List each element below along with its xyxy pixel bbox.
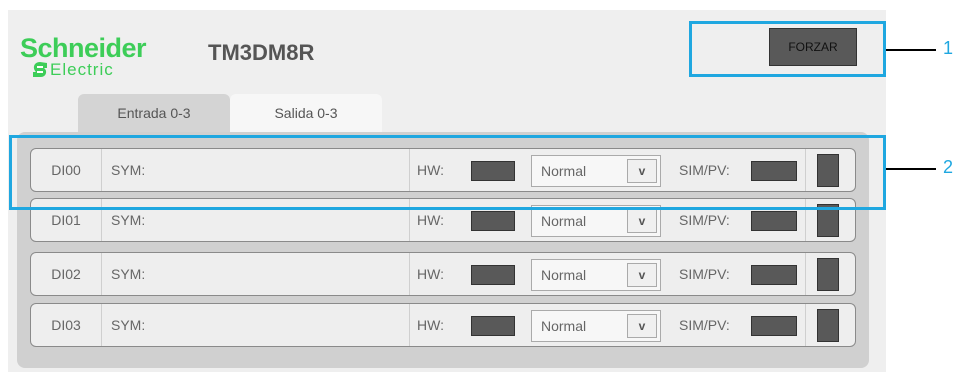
io-row: DI03 SYM: HW: Normal v SIM/PV: — [30, 303, 856, 347]
schneider-logo: Schneider Electric — [20, 34, 180, 84]
divider — [409, 253, 410, 295]
hw-label: HW: — [417, 317, 444, 333]
io-row: DI02 SYM: HW: Normal v SIM/PV: — [30, 252, 856, 296]
mode-select[interactable]: Normal v — [531, 259, 661, 291]
force-toggle[interactable] — [817, 309, 839, 342]
hw-indicator — [471, 316, 515, 336]
mode-value: Normal — [541, 267, 587, 283]
callout-line-1 — [886, 49, 936, 51]
hw-label: HW: — [417, 266, 444, 282]
divider — [805, 304, 806, 346]
callout-box-1 — [689, 21, 886, 77]
force-toggle[interactable] — [817, 258, 839, 291]
callout-number-2: 2 — [943, 157, 954, 177]
sim-label: SIM/PV: — [679, 266, 730, 282]
sim-label: SIM/PV: — [679, 317, 730, 333]
tab-entrada[interactable]: Entrada 0-3 — [78, 94, 230, 132]
divider — [409, 304, 410, 346]
mode-select[interactable]: Normal v — [531, 310, 661, 342]
sim-indicator — [751, 316, 797, 336]
divider — [805, 253, 806, 295]
io-id: DI03 — [31, 304, 102, 346]
hw-indicator — [471, 211, 515, 231]
io-id: DI02 — [31, 253, 102, 295]
sym-label: SYM: — [111, 317, 146, 333]
hw-indicator — [471, 265, 515, 285]
chevron-down-icon[interactable]: v — [627, 314, 657, 338]
callout-number-1: 1 — [943, 38, 954, 58]
sym-label: SYM: — [111, 266, 146, 282]
callout-box-2 — [9, 135, 886, 210]
mode-value: Normal — [541, 318, 587, 334]
device-title: TM3DM8R — [208, 40, 315, 65]
chevron-down-icon[interactable]: v — [627, 209, 657, 233]
sim-indicator — [751, 211, 797, 231]
sim-indicator — [751, 265, 797, 285]
mode-value: Normal — [541, 213, 587, 229]
tab-salida[interactable]: Salida 0-3 — [230, 94, 382, 132]
electric-logo-icon — [33, 62, 47, 77]
callout-line-2 — [886, 168, 936, 170]
chevron-down-icon[interactable]: v — [627, 263, 657, 287]
brand-sub: Electric — [50, 60, 114, 79]
brand-name: Schneider — [20, 33, 147, 63]
